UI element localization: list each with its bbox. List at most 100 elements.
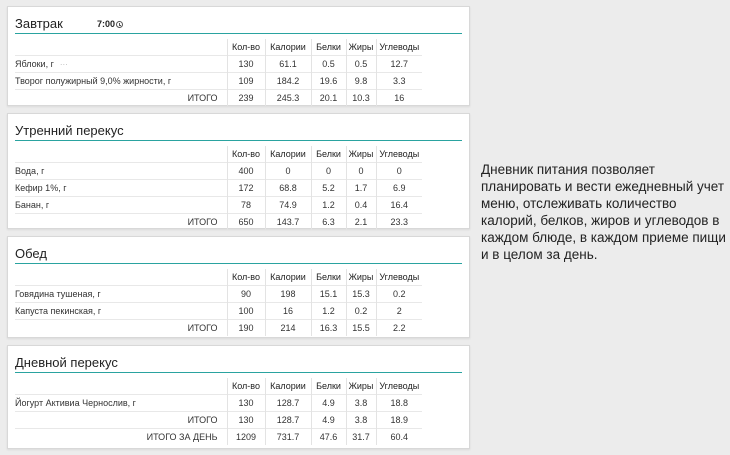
meal-header: Обед [15,237,462,264]
column-header-calories: Калории [264,146,311,163]
table-row[interactable]: Творог полужирный 9,0% жирности, г 109 1… [15,72,422,90]
column-header-protein: Белки [310,378,346,395]
cell-calories: 184.2 [264,72,311,90]
cell-calories: 74.9 [264,196,311,214]
cell-calories: 68.8 [264,179,311,197]
clock-icon [116,21,124,28]
cell-carbs: 3.3 [375,72,422,90]
total-label: ИТОГО [15,89,227,106]
total-calories: 128.7 [264,411,311,429]
cell-qty: 90 [226,285,265,303]
total-qty: 190 [226,319,265,336]
column-header-calories: Калории [264,39,311,56]
table-row[interactable]: Кефир 1%, г 172 68.8 5.2 1.7 6.9 [15,179,422,197]
total-protein: 16.3 [310,319,346,336]
column-header-protein: Белки [310,269,346,286]
total-row: ИТОГО 130 128.7 4.9 3.8 18.9 [15,411,422,429]
column-header-carbs: Углеводы [375,378,422,395]
cell-qty: 100 [226,302,265,320]
total-protein: 4.9 [310,411,346,429]
cell-qty: 109 [226,72,265,90]
food-name: Банан, г [15,196,227,214]
total-label: ИТОГО [15,213,227,230]
food-name: Капуста пекинская, г [15,302,227,320]
total-calories: 245.3 [264,89,311,106]
column-header-calories: Калории [264,269,311,286]
total-protein: 20.1 [310,89,346,106]
total-protein: 6.3 [310,213,346,230]
cell-fat: 0.2 [345,302,376,320]
day-total-row: ИТОГО ЗА ДЕНЬ 1209 731.7 47.6 31.7 60.4 [15,428,422,445]
column-header-carbs: Углеводы [375,39,422,56]
cell-qty: 130 [226,55,265,73]
cell-qty: 400 [226,162,265,180]
meal-time[interactable]: 7:00 [97,19,124,29]
cell-carbs: 16.4 [375,196,422,214]
cell-carbs: 18.8 [375,394,422,412]
total-label: ИТОГО [15,319,227,336]
column-header-carbs: Углеводы [375,146,422,163]
table-row[interactable]: Йогурт Активиа Чернослив, г 130 128.7 4.… [15,394,422,412]
table-row[interactable]: Вода, г 400 0 0 0 0 [15,162,422,180]
total-carbs: 18.9 [375,411,422,429]
cell-carbs: 12.7 [375,55,422,73]
table-row[interactable]: Яблоки, г ··· 130 61.1 0.5 0.5 12.7 [15,55,422,73]
food-name: Говядина тушеная, г [15,285,227,303]
cell-calories: 128.7 [264,394,311,412]
column-header-protein: Белки [310,146,346,163]
meal-card-lunch: Обед Кол-во Калории Белки Жиры Углеводы … [7,236,470,338]
cell-fat: 0.5 [345,55,376,73]
table-header-row: Кол-во Калории Белки Жиры Углеводы [15,39,422,56]
meal-card-breakfast: Завтрак 7:00 Кол-во Калории Белки Жиры У… [7,6,470,106]
cell-calories: 16 [264,302,311,320]
column-header-qty: Кол-во [226,378,265,395]
total-fat: 2.1 [345,213,376,230]
meal-header: Завтрак 7:00 [15,7,462,34]
meal-title: Завтрак [15,16,63,31]
more-options-icon[interactable]: ··· [60,60,68,69]
day-total-fat: 31.7 [345,428,376,445]
cell-protein: 0.5 [310,55,346,73]
table-header-row: Кол-во Калории Белки Жиры Углеводы [15,146,422,163]
cell-qty: 78 [226,196,265,214]
column-header-qty: Кол-во [226,269,265,286]
column-header-qty: Кол-во [226,39,265,56]
cell-qty: 130 [226,394,265,412]
meal-table: Кол-во Калории Белки Жиры Углеводы Вода,… [15,146,422,230]
total-carbs: 16 [375,89,422,106]
meal-title: Утренний перекус [15,123,124,138]
table-row[interactable]: Говядина тушеная, г 90 198 15.1 15.3 0.2 [15,285,422,303]
cell-protein: 0 [310,162,346,180]
meal-title: Дневной перекус [15,355,118,370]
food-name: Яблоки, г ··· [15,55,227,73]
cell-protein: 1.2 [310,302,346,320]
food-name: Вода, г [15,162,227,180]
cell-protein: 5.2 [310,179,346,197]
cell-calories: 198 [264,285,311,303]
total-fat: 3.8 [345,411,376,429]
day-total-label: ИТОГО ЗА ДЕНЬ [15,428,227,445]
cell-calories: 0 [264,162,311,180]
cell-carbs: 0.2 [375,285,422,303]
total-qty: 130 [226,411,265,429]
meal-card-afternoon-snack: Дневной перекус Кол-во Калории Белки Жир… [7,345,470,449]
total-calories: 214 [264,319,311,336]
total-calories: 143.7 [264,213,311,230]
meal-header: Утренний перекус [15,114,462,141]
meal-header: Дневной перекус [15,346,462,373]
cell-protein: 15.1 [310,285,346,303]
table-row[interactable]: Банан, г 78 74.9 1.2 0.4 16.4 [15,196,422,214]
cell-carbs: 6.9 [375,179,422,197]
food-name: Кефир 1%, г [15,179,227,197]
meal-table: Кол-во Калории Белки Жиры Углеводы Говяд… [15,269,422,336]
cell-fat: 0.4 [345,196,376,214]
meal-table: Кол-во Калории Белки Жиры Углеводы Йогур… [15,378,422,445]
column-header-carbs: Углеводы [375,269,422,286]
table-row[interactable]: Капуста пекинская, г 100 16 1.2 0.2 2 [15,302,422,320]
cell-protein: 4.9 [310,394,346,412]
cell-carbs: 2 [375,302,422,320]
total-row: ИТОГО 190 214 16.3 15.5 2.2 [15,319,422,336]
day-total-carbs: 60.4 [375,428,422,445]
cell-fat: 9.8 [345,72,376,90]
table-header-row: Кол-во Калории Белки Жиры Углеводы [15,269,422,286]
